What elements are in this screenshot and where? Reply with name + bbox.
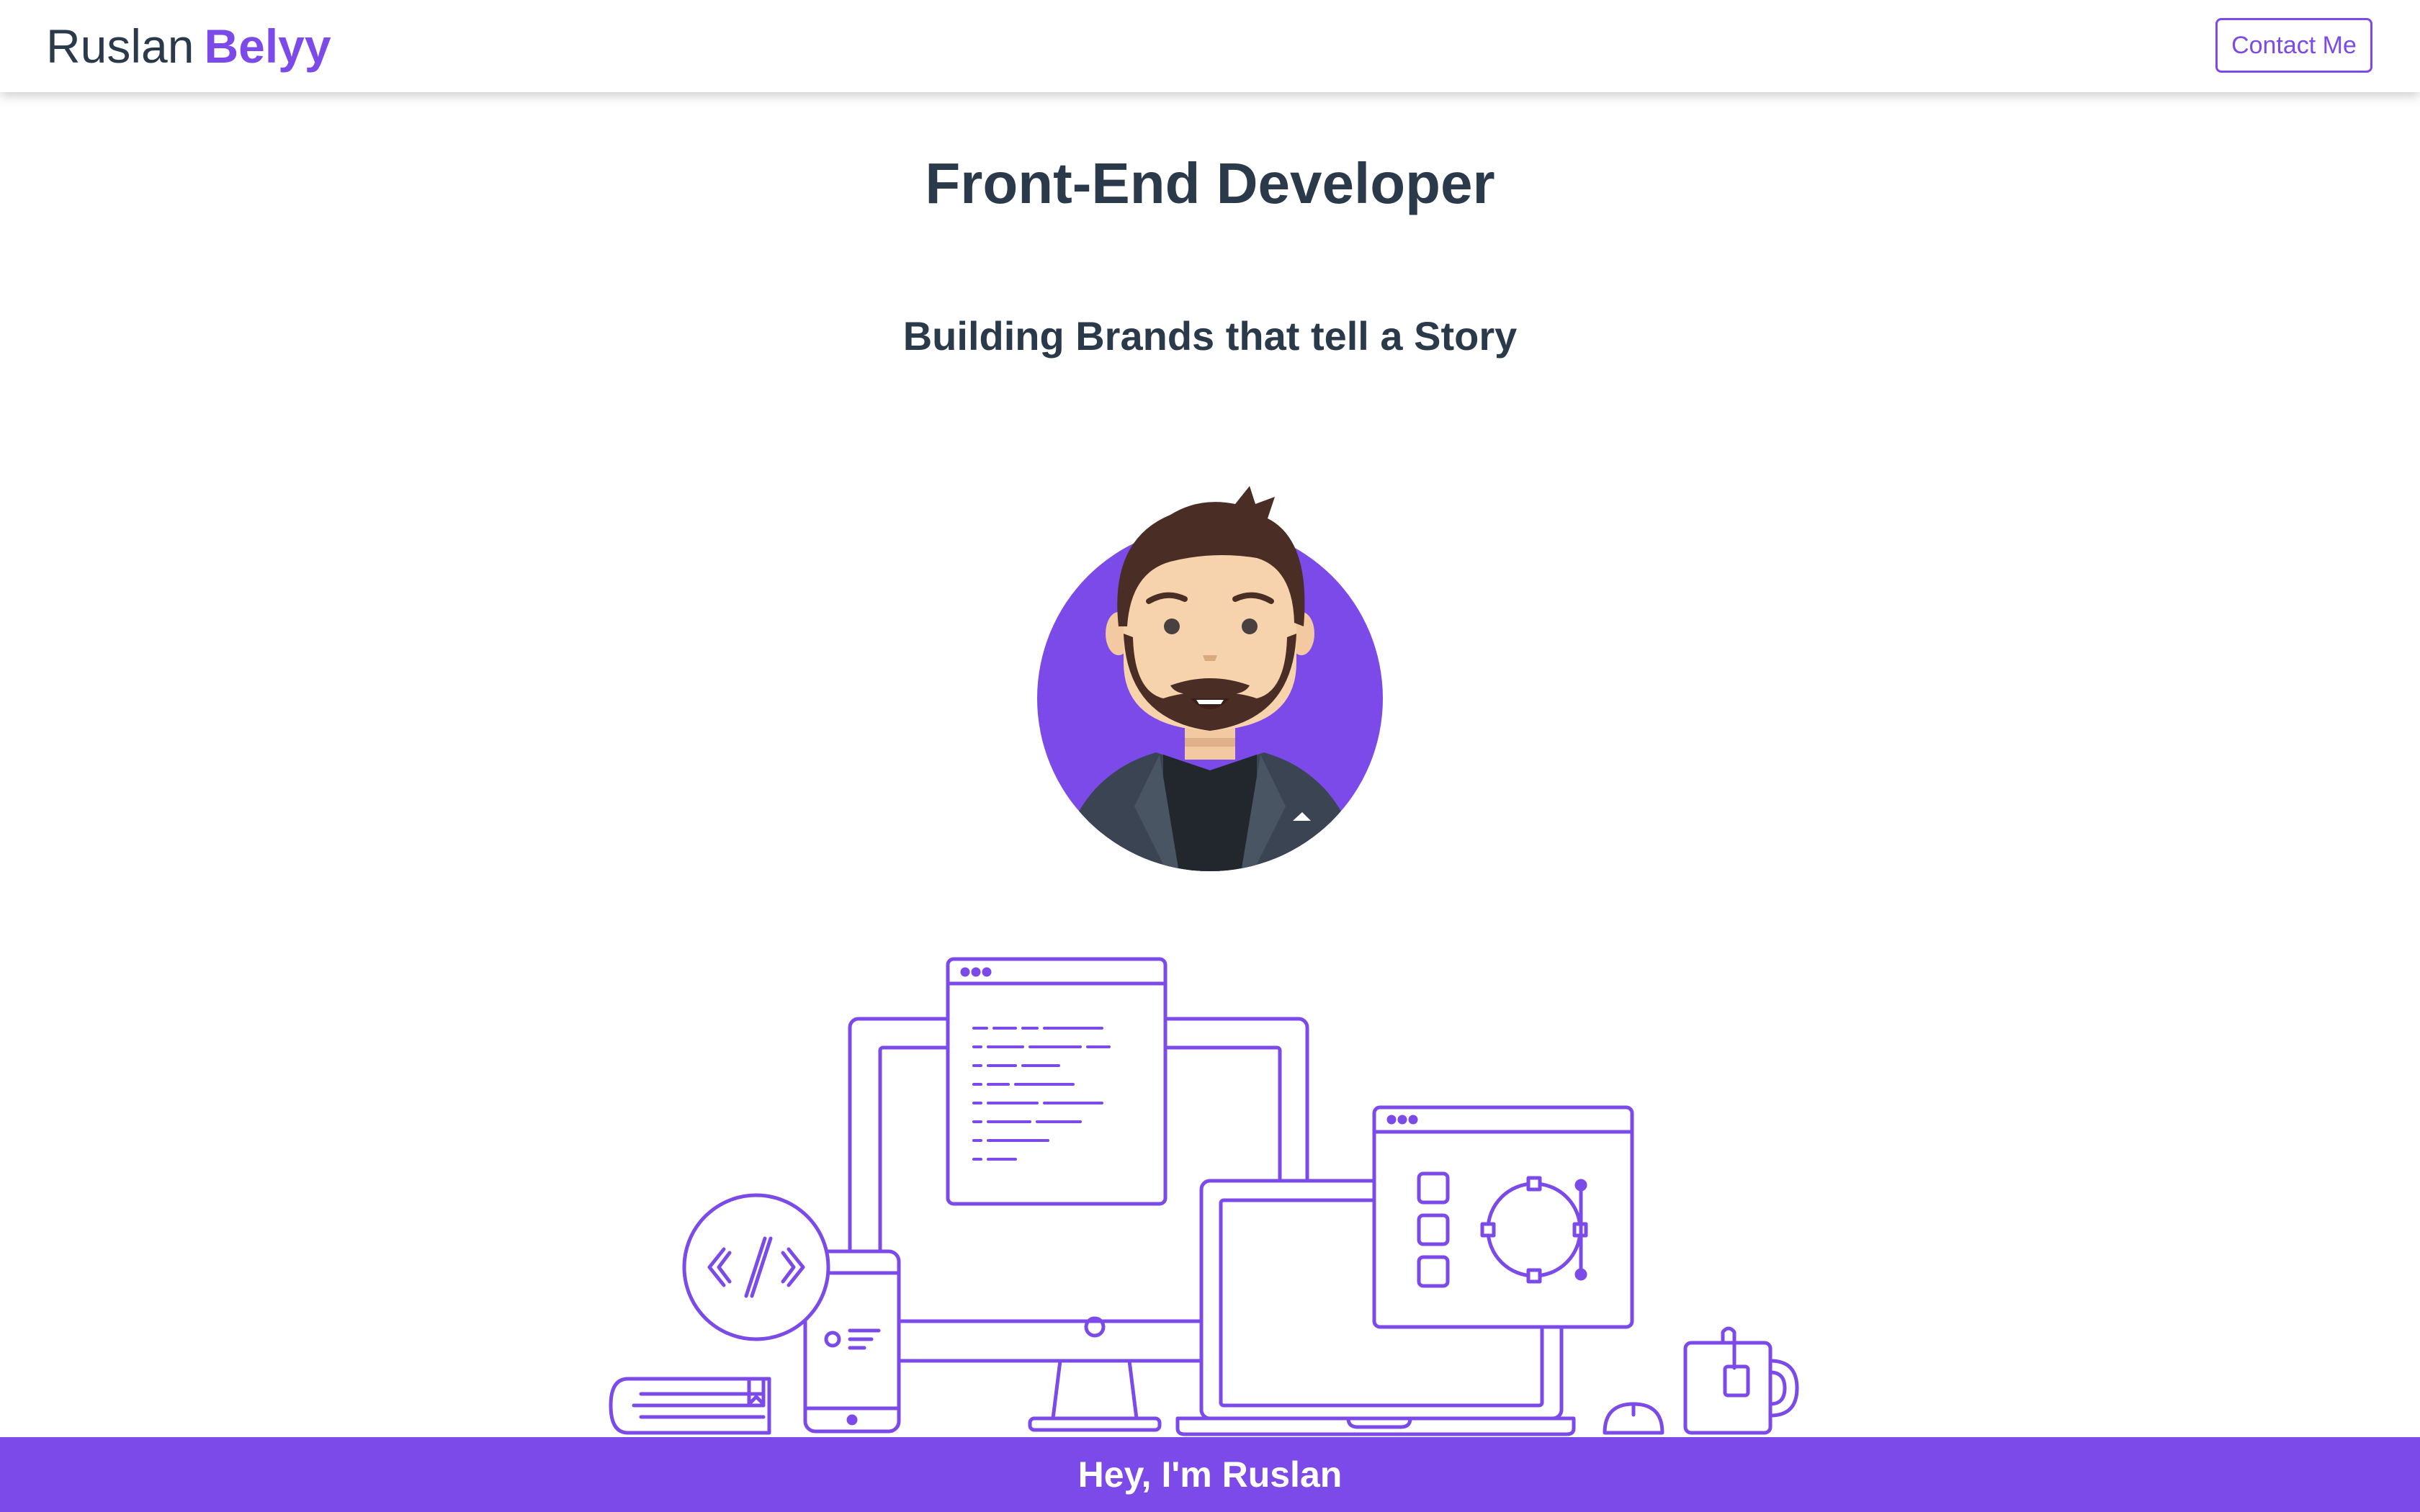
avatar	[1037, 486, 1383, 871]
intro-banner: Hey, I'm Ruslan	[0, 1437, 2420, 1512]
brand-first-name: Ruslan	[46, 19, 194, 73]
tagline: Building Brands that tell a Story	[902, 313, 1518, 359]
brand-last-name: Belyy	[204, 19, 331, 73]
greeting-text: Hey, I'm Ruslan	[1077, 1454, 1343, 1495]
navbar: Ruslan Belyy Contact Me	[0, 0, 2420, 92]
page-title: Front-End Developer	[925, 151, 1495, 215]
devices-illustration	[609, 957, 1799, 1436]
brand-logo[interactable]: Ruslan Belyy	[46, 17, 331, 75]
contact-button[interactable]: Contact Me	[2215, 18, 2372, 73]
